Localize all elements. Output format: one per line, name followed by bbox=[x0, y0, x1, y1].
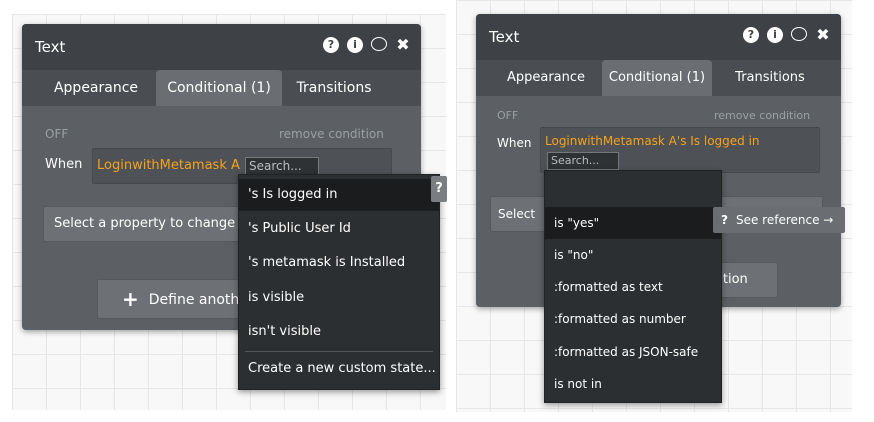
condition-off-label: OFF bbox=[497, 109, 519, 122]
define-button-label: Define anoth bbox=[148, 292, 240, 308]
dropdown-item[interactable]: :formatted as JSON-safe bbox=[545, 336, 721, 368]
select-property-text: Select a property to change w bbox=[54, 216, 250, 231]
when-label: When bbox=[497, 136, 532, 150]
plus-icon: + bbox=[122, 287, 139, 311]
header-icons: ? i ✖ bbox=[323, 37, 411, 53]
dropdown-item[interactable]: is visible bbox=[239, 282, 439, 314]
select-property-field[interactable]: Select a property to change w bbox=[43, 206, 251, 242]
tab-transitions[interactable]: Transitions bbox=[284, 70, 384, 106]
help-icon: ? bbox=[721, 213, 728, 227]
help-icon[interactable]: ? bbox=[743, 27, 759, 43]
dropdown-item[interactable]: is "yes" bbox=[545, 207, 721, 239]
tab-appearance[interactable]: Appearance bbox=[42, 70, 150, 106]
when-label: When bbox=[45, 157, 83, 172]
expression-text: LoginwithMetamask A bbox=[97, 158, 240, 173]
dropdown-item[interactable]: :formatted as text bbox=[545, 271, 721, 303]
info-icon[interactable]: i bbox=[767, 27, 783, 43]
search-input[interactable]: Search... bbox=[547, 152, 619, 170]
dropdown-item[interactable]: 's Is logged in bbox=[239, 179, 439, 211]
when-expression-box[interactable]: LoginwithMetamask A's Is logged in Searc… bbox=[540, 127, 820, 173]
close-icon[interactable]: ✖ bbox=[815, 27, 831, 43]
dropdown-item[interactable]: 's metamask is Installed bbox=[239, 247, 439, 279]
see-reference-label: See reference → bbox=[735, 213, 834, 227]
remove-condition-link[interactable]: remove condition bbox=[714, 109, 810, 122]
help-badge[interactable]: ? bbox=[431, 176, 447, 202]
autocomplete-dropdown-right: is "yes" is "no" :formatted as text :for… bbox=[544, 170, 722, 403]
panel-header: Text ? i ✖ bbox=[476, 14, 841, 60]
search-input[interactable]: Search... bbox=[245, 157, 319, 175]
dropdown-item[interactable]: :formatted as number bbox=[545, 303, 721, 335]
tab-conditional[interactable]: Conditional (1) bbox=[156, 70, 282, 106]
comment-icon[interactable] bbox=[371, 37, 387, 51]
info-icon[interactable]: i bbox=[347, 37, 363, 53]
help-icon[interactable]: ? bbox=[323, 37, 339, 53]
see-reference-button[interactable]: ? See reference → bbox=[713, 207, 845, 233]
create-custom-state-item[interactable]: Create a new custom state... bbox=[239, 353, 439, 385]
comment-icon[interactable] bbox=[791, 27, 807, 41]
dropdown-divider bbox=[245, 351, 433, 352]
remove-condition-link[interactable]: remove condition bbox=[279, 127, 384, 141]
condition-off-label: OFF bbox=[45, 127, 69, 141]
panel-header: Text ? i ✖ bbox=[22, 24, 421, 70]
dropdown-item[interactable]: isn't visible bbox=[239, 316, 439, 348]
close-icon[interactable]: ✖ bbox=[395, 37, 411, 53]
panel-title: Text bbox=[489, 28, 520, 46]
header-icons: ? i ✖ bbox=[743, 27, 831, 43]
dropdown-item[interactable]: is not in bbox=[545, 368, 721, 400]
tab-appearance[interactable]: Appearance bbox=[496, 60, 596, 96]
autocomplete-dropdown-left: 's Is logged in 's Public User Id 's met… bbox=[238, 174, 440, 390]
tab-conditional[interactable]: Conditional (1) bbox=[602, 60, 712, 96]
tab-bar: Appearance Conditional (1) Transitions bbox=[22, 70, 421, 106]
panel-title: Text bbox=[35, 38, 66, 56]
tab-transitions[interactable]: Transitions bbox=[722, 60, 818, 96]
select-property-text: Select bbox=[498, 207, 536, 221]
tab-bar: Appearance Conditional (1) Transitions bbox=[476, 60, 841, 96]
dropdown-item[interactable]: 's Public User Id bbox=[239, 213, 439, 245]
dropdown-item[interactable]: is "no" bbox=[545, 239, 721, 271]
expression-text: LoginwithMetamask A's Is logged in bbox=[545, 134, 760, 148]
